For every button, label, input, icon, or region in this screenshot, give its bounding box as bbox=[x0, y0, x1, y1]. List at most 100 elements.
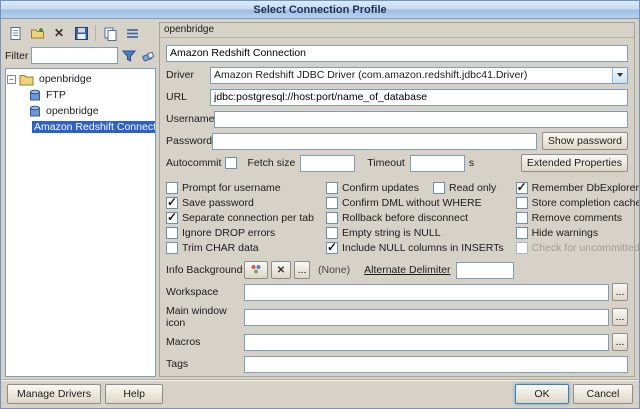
autocommit-checkbox[interactable] bbox=[225, 157, 238, 169]
checkbox-label: Separate connection per tab bbox=[182, 211, 314, 224]
cancel-button[interactable]: Cancel bbox=[573, 383, 633, 404]
fetch-size-input[interactable] bbox=[300, 154, 356, 172]
tree-item-ftp[interactable]: FTP bbox=[7, 87, 154, 103]
checkbox-box bbox=[325, 181, 338, 194]
copy-profile-button[interactable] bbox=[100, 23, 120, 43]
profile-toolbar: ✕ bbox=[5, 22, 156, 44]
checkbox-label: Remember DbExplorer Schema bbox=[531, 181, 639, 194]
new-folder-button[interactable] bbox=[27, 23, 47, 43]
main-window-icon-input[interactable] bbox=[244, 308, 609, 326]
manage-drivers-button[interactable]: Manage Drivers bbox=[7, 383, 102, 404]
alternate-delimiter-input[interactable] bbox=[456, 261, 515, 279]
checkbox-label: Remove comments bbox=[531, 211, 623, 224]
driver-select[interactable]: Amazon Redshift JDBC Driver (com.amazon.… bbox=[210, 66, 628, 84]
autocommit-row: Autocommit Fetch size Timeout s Extended… bbox=[166, 154, 628, 172]
profile-icon bbox=[30, 105, 40, 116]
new-profile-icon bbox=[10, 26, 20, 40]
checkbox-remember-dbexplorer-schema[interactable]: Remember DbExplorer Schema bbox=[515, 180, 639, 195]
profile-tree[interactable]: − openbridge FTP openbridge Amazon Redsh… bbox=[5, 68, 156, 377]
url-input[interactable] bbox=[210, 88, 628, 106]
password-label: Password bbox=[166, 135, 213, 147]
checkbox-box bbox=[325, 240, 338, 254]
checkbox-rollback-before-disconnect[interactable]: Rollback before disconnect bbox=[325, 210, 504, 225]
checkbox-confirm-dml-without-where[interactable]: Confirm DML without WHERE bbox=[325, 195, 504, 210]
checkbox-remove-comments[interactable]: Remove comments bbox=[515, 210, 639, 225]
main-window-icon-label: Main window icon bbox=[166, 305, 227, 329]
filter-row: Filter bbox=[5, 45, 156, 66]
options-column-2: Confirm updates Read only Confirm DML wi… bbox=[325, 180, 504, 255]
browse-workspace-button[interactable]: ... bbox=[612, 283, 628, 301]
profile-name-input[interactable] bbox=[166, 44, 628, 62]
workspace-input[interactable] bbox=[244, 283, 609, 301]
checkbox-box bbox=[515, 226, 528, 239]
checkbox-label: Include NULL columns in INSERTs bbox=[341, 241, 504, 254]
checkbox-label: Confirm DML without WHERE bbox=[341, 196, 482, 209]
checkbox-box bbox=[166, 241, 178, 254]
checkbox-ignore-drop-errors[interactable]: Ignore DROP errors bbox=[166, 225, 314, 240]
checkbox-read-only[interactable]: Read only bbox=[432, 180, 497, 195]
checkbox-hide-warnings[interactable]: Hide warnings bbox=[515, 225, 639, 240]
info-background-value: (None) bbox=[318, 264, 351, 276]
clear-filter-icon bbox=[142, 51, 155, 61]
password-input[interactable] bbox=[212, 132, 537, 150]
filter-input[interactable] bbox=[31, 47, 118, 64]
checkbox-separate-connection-per-tab[interactable]: Separate connection per tab bbox=[166, 210, 314, 225]
select-connection-profile-dialog: Select Connection Profile ✕ Filter − ope… bbox=[0, 0, 640, 409]
chevron-down-icon bbox=[617, 73, 623, 77]
collapse-icon[interactable]: − bbox=[7, 74, 16, 84]
options-pair-row: Confirm updates Read only bbox=[325, 180, 504, 195]
expand-groups-button[interactable] bbox=[122, 23, 142, 43]
info-background-swatch-button[interactable] bbox=[244, 261, 268, 279]
window-title: Select Connection Profile bbox=[253, 4, 387, 16]
browse-macros-button[interactable]: ... bbox=[612, 333, 628, 351]
driver-label: Driver bbox=[166, 69, 194, 81]
copy-profile-icon bbox=[104, 27, 116, 41]
tree-item-amazon-redshift-connection[interactable]: Amazon Redshift Connection bbox=[7, 119, 155, 135]
checkbox-box bbox=[432, 181, 445, 194]
checkbox-label: Check for uncommitted changes bbox=[531, 241, 640, 254]
new-profile-button[interactable] bbox=[5, 23, 25, 43]
timeout-unit-label: s bbox=[468, 157, 475, 169]
checkbox-box bbox=[166, 210, 178, 224]
save-profiles-button[interactable] bbox=[71, 23, 91, 43]
delete-icon: ✕ bbox=[53, 26, 65, 40]
help-button[interactable]: Help bbox=[105, 383, 164, 404]
clear-color-button[interactable]: ✕ bbox=[271, 261, 291, 279]
checkbox-label: Store completion cache locally bbox=[531, 196, 640, 209]
profile-list-panel: ✕ Filter − openbridge FTP openbridge Ama… bbox=[5, 22, 156, 377]
url-label: URL bbox=[166, 91, 188, 103]
checkbox-prompt-for-username[interactable]: Prompt for username bbox=[166, 180, 314, 195]
checkbox-confirm-updates[interactable]: Confirm updates bbox=[325, 180, 419, 195]
tree-group-openbridge[interactable]: − openbridge bbox=[7, 71, 154, 87]
timeout-input[interactable] bbox=[409, 154, 465, 172]
macros-input[interactable] bbox=[244, 333, 609, 351]
checkbox-include-null-columns-in-inserts[interactable]: Include NULL columns in INSERTs bbox=[325, 240, 504, 255]
show-password-button[interactable]: Show password bbox=[541, 132, 628, 150]
driver-selected-value: Amazon Redshift JDBC Driver (com.amazon.… bbox=[214, 69, 528, 81]
alternate-delimiter-label[interactable]: Alternate Delimiter bbox=[364, 264, 450, 276]
clear-filter-button[interactable] bbox=[140, 48, 156, 64]
ok-button[interactable]: OK bbox=[515, 383, 569, 404]
username-input[interactable] bbox=[214, 110, 628, 128]
checkbox-label: Trim CHAR data bbox=[182, 241, 259, 254]
color-palette-icon bbox=[251, 264, 261, 273]
extended-properties-button[interactable]: Extended Properties bbox=[520, 154, 628, 172]
timeout-label: Timeout bbox=[367, 157, 405, 169]
checkbox-trim-char-data[interactable]: Trim CHAR data bbox=[166, 240, 314, 255]
title-bar[interactable]: Select Connection Profile bbox=[1, 1, 639, 19]
checkbox-box bbox=[325, 226, 338, 239]
browse-icon-button[interactable]: ... bbox=[612, 308, 628, 326]
filter-icon bbox=[122, 50, 136, 62]
checkbox-empty-string-is-null[interactable]: Empty string is NULL bbox=[325, 225, 504, 240]
tags-input[interactable] bbox=[244, 355, 628, 373]
clear-color-icon: ✕ bbox=[276, 265, 286, 276]
tree-item-openbridge[interactable]: openbridge bbox=[7, 103, 154, 119]
filter-menu-button[interactable] bbox=[121, 48, 137, 64]
checkbox-label: Read only bbox=[448, 181, 497, 194]
choose-color-button[interactable]: ... bbox=[294, 261, 310, 279]
delete-profile-button[interactable]: ✕ bbox=[49, 23, 69, 43]
fetch-size-label: Fetch size bbox=[247, 157, 296, 169]
checkbox-save-password[interactable]: Save password bbox=[166, 195, 314, 210]
checkbox-store-completion-cache-locally[interactable]: Store completion cache locally bbox=[515, 195, 640, 210]
driver-dropdown-button[interactable] bbox=[612, 67, 627, 83]
